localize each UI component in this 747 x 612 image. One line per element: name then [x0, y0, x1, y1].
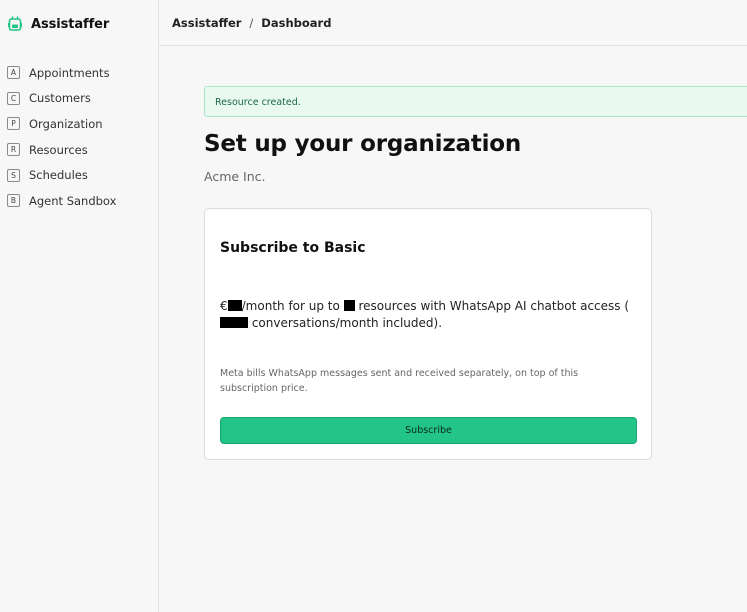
organization-name: Acme Inc. [204, 169, 266, 184]
sidebar-item-label: Resources [29, 142, 88, 157]
robot-icon [8, 15, 22, 33]
redacted-price [227, 300, 242, 311]
sidebar-item-label: Appointments [29, 65, 110, 80]
brand[interactable]: Assistaffer [8, 15, 109, 33]
sidebar: Assistaffer A Appointments C Customers P… [0, 0, 159, 612]
sidebar-item-label: Agent Sandbox [29, 193, 117, 208]
shortcut-key-badge: S [7, 168, 20, 182]
subscribe-button[interactable]: Subscribe [220, 417, 637, 444]
sidebar-nav: A Appointments C Customers P Organizatio… [7, 60, 116, 214]
breadcrumb-root-link[interactable]: Assistaffer [172, 16, 241, 30]
sidebar-item-organization[interactable]: P Organization [7, 111, 116, 137]
brand-name: Assistaffer [31, 16, 110, 32]
sidebar-item-label: Customers [29, 91, 91, 106]
breadcrumb-separator: / [249, 16, 254, 30]
sidebar-item-resources[interactable]: R Resources [7, 137, 116, 163]
app-root: Assistaffer A Appointments C Customers P… [0, 0, 747, 612]
sidebar-item-customers[interactable]: C Customers [7, 86, 116, 112]
billing-note: Meta bills WhatsApp messages sent and re… [220, 368, 579, 394]
breadcrumb-current: Dashboard [261, 16, 332, 30]
shortcut-key-badge: P [7, 117, 20, 131]
sidebar-item-agent-sandbox[interactable]: B Agent Sandbox [7, 188, 116, 214]
shortcut-key-badge: B [7, 194, 20, 208]
success-alert: Resource created. [204, 86, 747, 117]
plan-title: Subscribe to Basic [220, 240, 366, 256]
top-bar: Assistaffer / Dashboard [159, 0, 747, 46]
plan-description: € /month for up to resources with WhatsAp… [220, 298, 640, 332]
breadcrumb: Assistaffer / Dashboard [172, 16, 331, 30]
sidebar-item-label: Organization [29, 116, 103, 131]
sidebar-item-appointments[interactable]: A Appointments [7, 60, 116, 86]
page-title: Set up your organization [204, 131, 522, 157]
price-currency: € [220, 299, 228, 313]
redacted-resource-count [343, 300, 355, 311]
shortcut-key-badge: A [7, 66, 20, 80]
redacted-conversation-count [220, 317, 248, 328]
shortcut-key-badge: R [7, 143, 20, 157]
sidebar-item-schedules[interactable]: S Schedules [7, 162, 116, 188]
shortcut-key-badge: C [7, 91, 20, 105]
alert-message: Resource created. [215, 97, 301, 108]
plan-description-text: conversations/month included). [251, 316, 443, 330]
sidebar-item-label: Schedules [29, 168, 88, 183]
subscription-card: Subscribe to Basic € /month for up to res… [204, 208, 652, 460]
plan-description-text: /month for up to [241, 299, 340, 313]
plan-description-text: resources with WhatsApp AI chatbot acces… [358, 299, 630, 313]
